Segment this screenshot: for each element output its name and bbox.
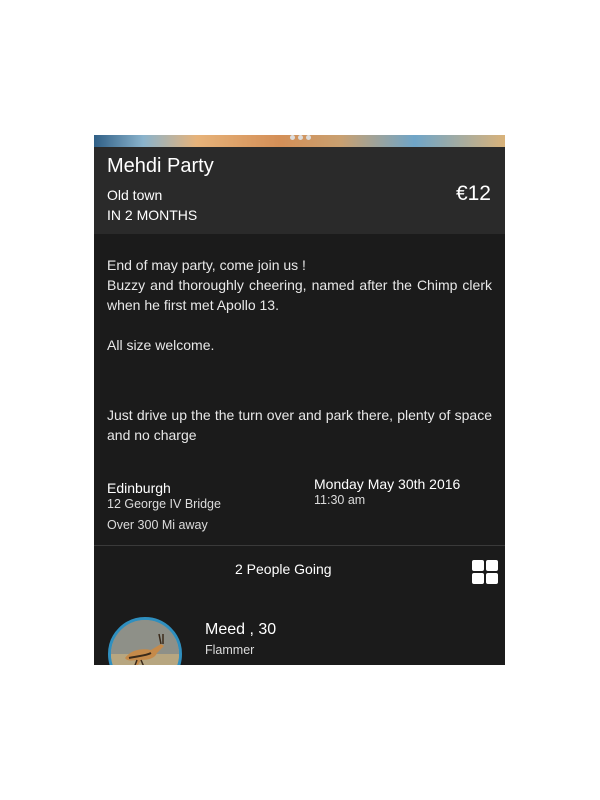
carousel-dot[interactable]: [290, 135, 295, 140]
event-price: €12: [455, 182, 491, 205]
event-title: Mehdi Party: [107, 155, 214, 177]
attendee-avatar[interactable]: [108, 617, 182, 665]
event-time: 11:30 am: [314, 493, 366, 507]
divider: [94, 545, 505, 546]
venue-city: Edinburgh: [107, 480, 171, 496]
event-header: Mehdi Party Old town IN 2 MONTHS €12: [94, 147, 505, 234]
description-line: All size welcome.: [107, 337, 215, 353]
description-line: Just drive up the the turn over and park…: [107, 407, 492, 443]
event-card: Mehdi Party Old town IN 2 MONTHS €12 End…: [94, 135, 505, 665]
grid-view-icon[interactable]: [472, 560, 498, 584]
attendee-name[interactable]: Meed , 30: [205, 621, 276, 639]
event-cover-image: [94, 135, 505, 147]
description-line: End of may party, come join us !: [107, 257, 306, 273]
carousel-dot[interactable]: [298, 135, 303, 140]
event-description: End of may party, come join us ! Buzzy a…: [107, 255, 492, 445]
venue-address[interactable]: 12 George IV Bridge: [107, 497, 221, 511]
event-relative-time: IN 2 MONTHS: [107, 207, 198, 223]
event-date: Monday May 30th 2016: [314, 476, 461, 492]
carousel-dot[interactable]: [306, 135, 311, 140]
venue-distance: Over 300 Mi away: [107, 518, 208, 532]
antelope-photo-icon: [111, 620, 179, 665]
description-line: Buzzy and thoroughly cheering, named aft…: [107, 277, 492, 313]
attendee-role: Flammer: [205, 643, 255, 657]
event-location: Old town: [107, 187, 163, 203]
people-going-count: 2 People Going: [235, 561, 332, 577]
